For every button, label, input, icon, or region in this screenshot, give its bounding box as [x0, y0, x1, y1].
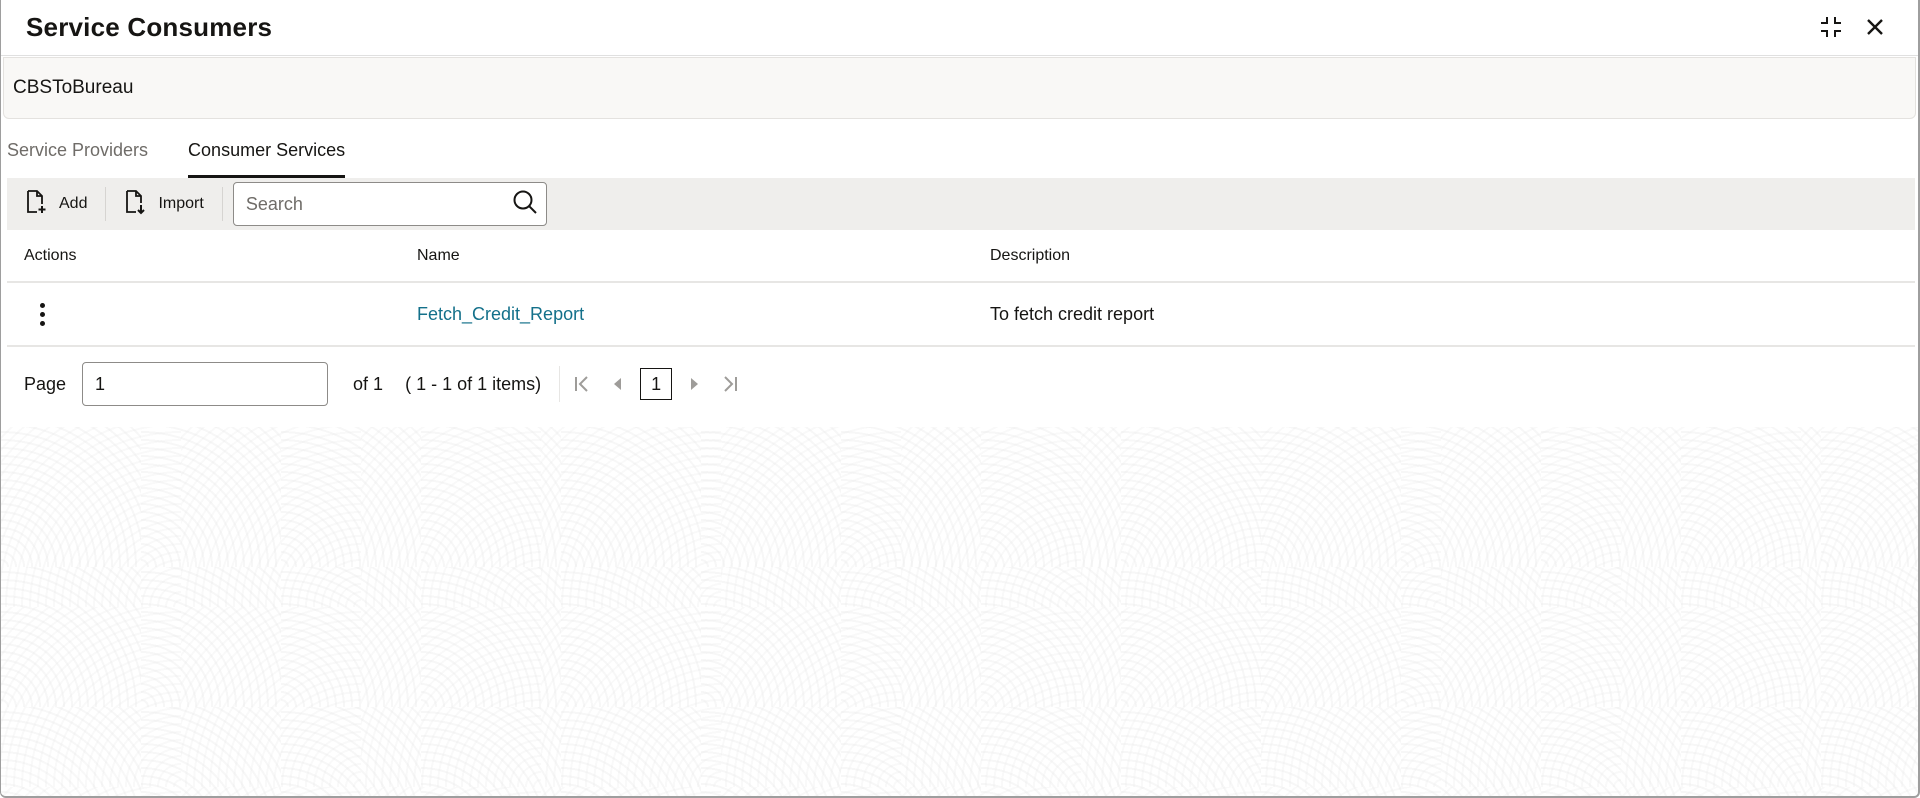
- first-page-icon[interactable]: [568, 370, 596, 398]
- pagination-separator: [559, 366, 561, 402]
- column-header-description[interactable]: Description: [990, 247, 1915, 265]
- tab-bar: Service Providers Consumer Services: [1, 130, 379, 178]
- service-consumers-dialog: Service Consumers CBSToBureau Service Pr…: [0, 0, 1920, 798]
- dialog-title: Service Consumers: [26, 12, 273, 42]
- row-actions-cell: [7, 299, 417, 329]
- import-label: Import: [158, 195, 204, 212]
- search-input[interactable]: [245, 193, 512, 215]
- service-description: To fetch credit report: [990, 303, 1155, 324]
- background-pattern: [1, 427, 1918, 796]
- table-header: Actions Name Description: [7, 230, 1915, 283]
- context-bar: CBSToBureau: [3, 57, 1916, 119]
- more-actions-icon[interactable]: [30, 299, 54, 329]
- page-number-input[interactable]: [82, 362, 329, 406]
- item-range: ( 1 - 1 of 1 items): [405, 373, 542, 394]
- next-page-icon[interactable]: [680, 370, 708, 398]
- tab-service-providers[interactable]: Service Providers: [7, 130, 148, 178]
- close-icon[interactable]: [1862, 14, 1888, 40]
- search-field[interactable]: [232, 182, 547, 226]
- search-icon[interactable]: [512, 189, 538, 220]
- add-label: Add: [59, 195, 88, 212]
- collapse-icon[interactable]: [1818, 14, 1844, 40]
- toolbar-separator: [221, 187, 223, 221]
- pagination: Page of 1 ( 1 - 1 of 1 items) 1: [24, 362, 744, 406]
- last-page-icon[interactable]: [716, 370, 744, 398]
- header-actions: [1818, 14, 1888, 40]
- import-file-icon: [124, 189, 148, 220]
- add-button[interactable]: Add: [7, 184, 105, 224]
- service-name-link[interactable]: Fetch_Credit_Report: [417, 304, 584, 324]
- add-file-icon: [25, 189, 49, 220]
- tab-consumer-services[interactable]: Consumer Services: [188, 130, 346, 178]
- row-name-cell: Fetch_Credit_Report: [417, 304, 990, 325]
- import-button[interactable]: Import: [106, 184, 221, 224]
- column-header-actions: Actions: [24, 246, 77, 264]
- previous-page-icon[interactable]: [604, 370, 632, 398]
- dialog-header: Service Consumers: [1, 0, 1918, 56]
- table-row: Fetch_Credit_Report To fetch credit repo…: [7, 283, 1915, 347]
- current-page-button[interactable]: 1: [640, 368, 673, 400]
- consumer-services-table: Actions Name Description Fetch_Credit_Re…: [7, 230, 1915, 347]
- column-header-name[interactable]: Name: [417, 247, 990, 265]
- toolbar: Add Import: [7, 178, 1915, 230]
- page-label: Page: [24, 373, 67, 394]
- context-name: CBSToBureau: [13, 77, 134, 98]
- page-count: of 1: [353, 373, 384, 394]
- row-description-cell: To fetch credit report: [990, 304, 1915, 325]
